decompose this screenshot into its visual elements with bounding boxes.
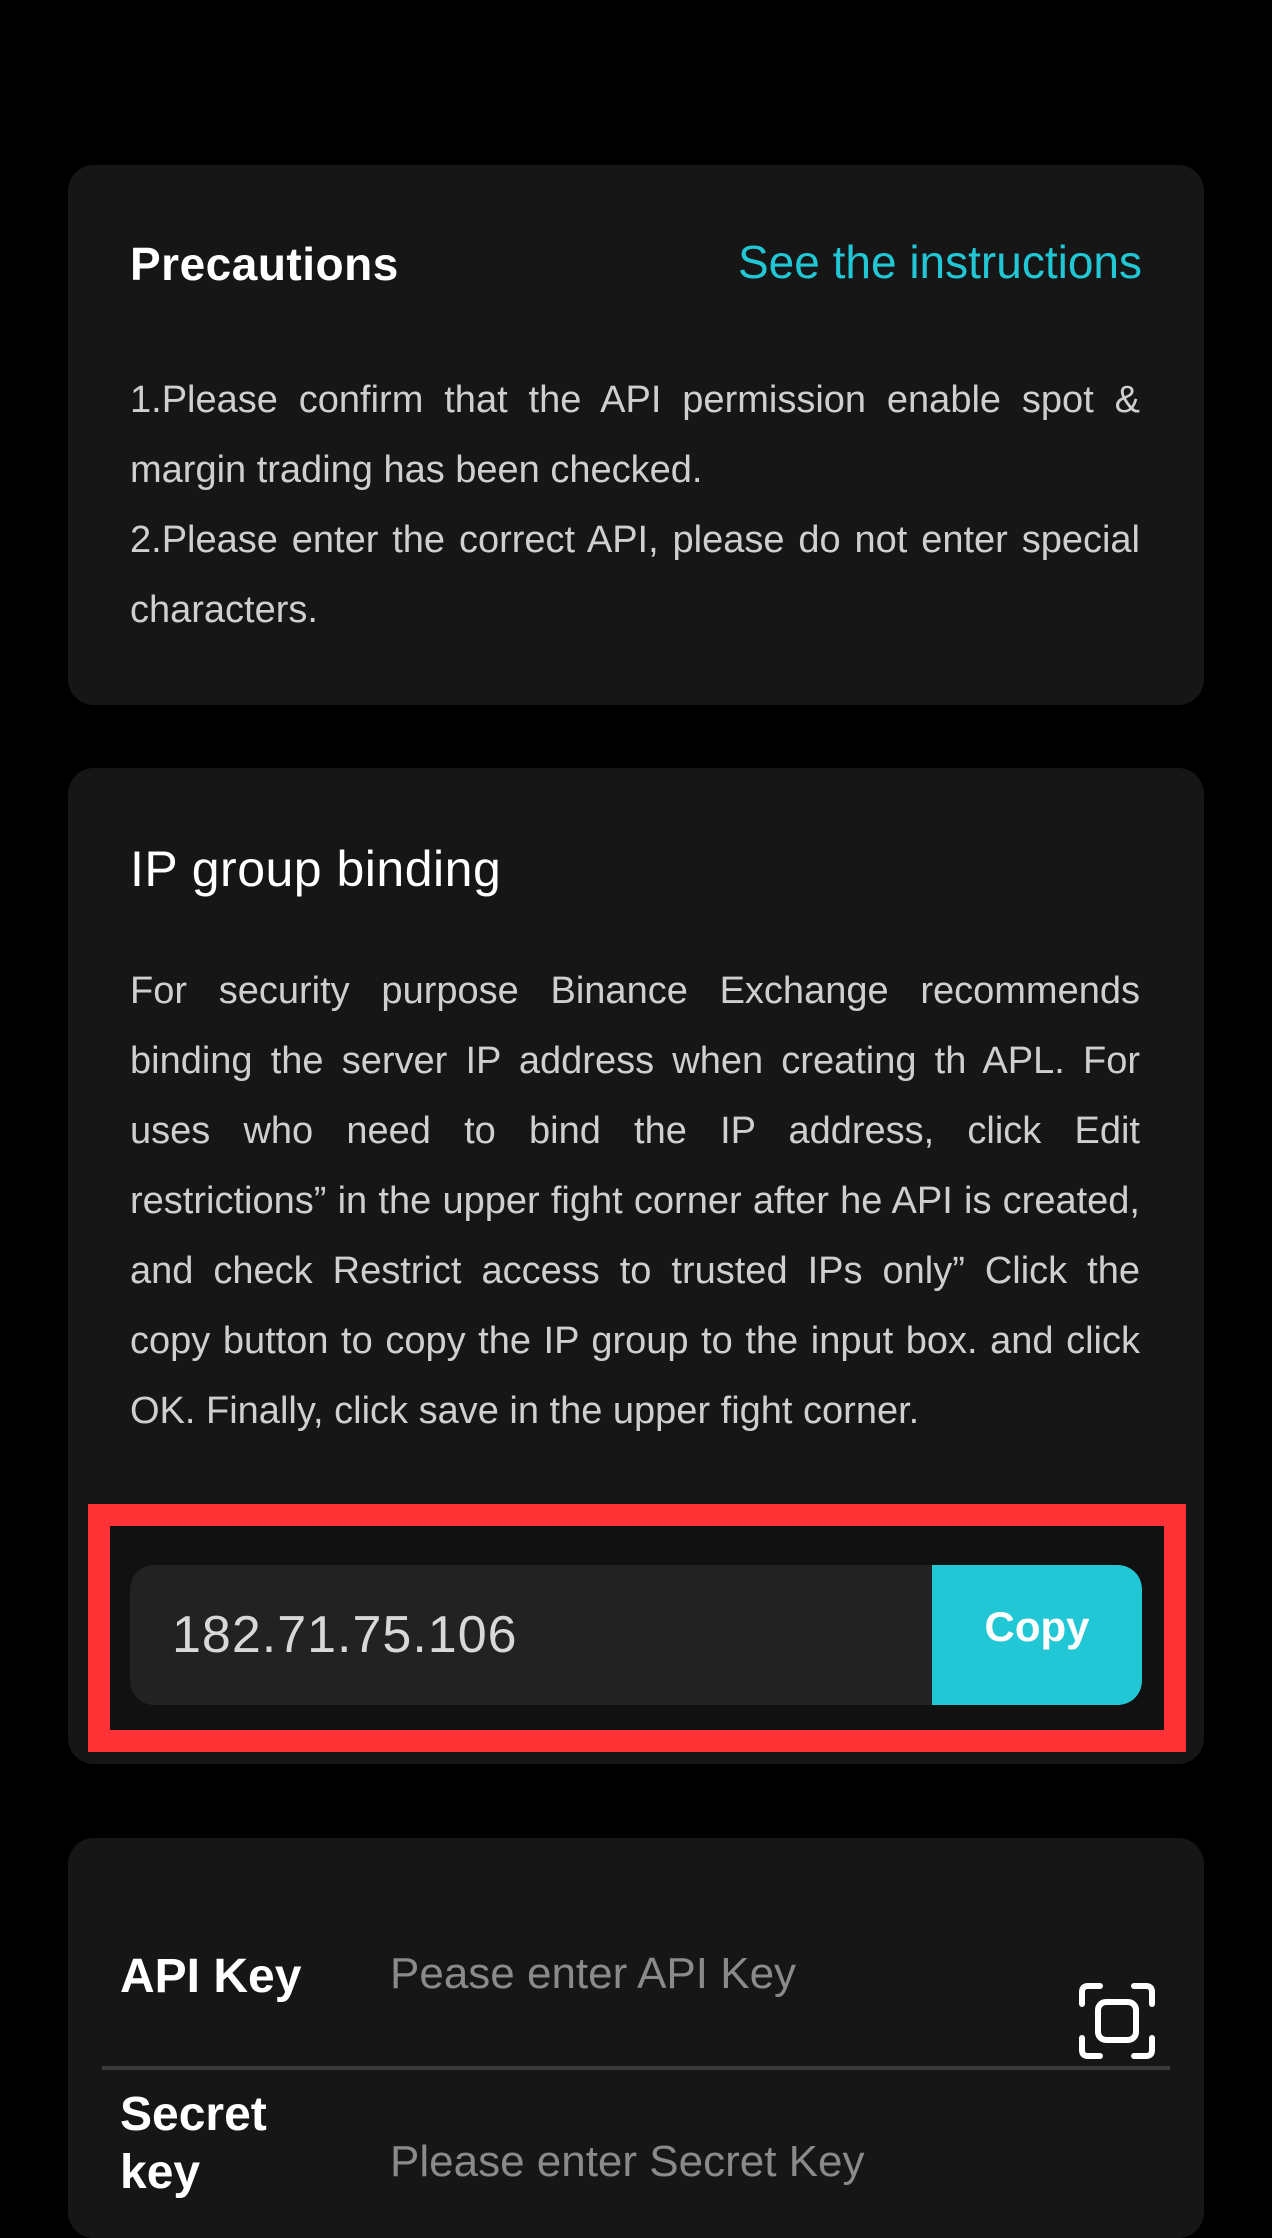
ip-value: 182.71.75.106 [172, 1606, 518, 1664]
ip-binding-description: For security purpose Binance Exchange re… [130, 970, 1140, 1432]
precautions-title: Precautions [130, 238, 399, 290]
secret-key-row: Secret key [68, 2070, 1204, 2230]
scan-icon[interactable] [1078, 1982, 1156, 2060]
api-form-card: API Key Secret key [68, 1838, 1204, 2238]
ip-group-field[interactable]: 182.71.75.106 Copy [130, 1565, 1142, 1705]
scan-icon-svg [1079, 1983, 1155, 2059]
ip-binding-title: IP group binding [130, 841, 502, 897]
api-key-input[interactable] [388, 1938, 1032, 2010]
precaution-line-1: 1.Please confirm that the API permission… [130, 379, 1140, 491]
api-key-label: API Key [120, 1950, 302, 2003]
see-instructions-link[interactable]: See the instructions [738, 235, 1142, 289]
precaution-line-2: 2.Please enter the correct API, please d… [130, 519, 1140, 631]
precautions-card: Precautions See the instructions 1.Pleas… [68, 165, 1204, 705]
secret-key-label: Secret key [120, 2088, 267, 2199]
precautions-text: 1.Please confirm that the API permission… [130, 365, 1140, 645]
secret-key-input[interactable] [388, 2126, 1032, 2198]
copy-button[interactable]: Copy [932, 1565, 1142, 1705]
api-key-row: API Key [68, 1878, 1204, 2059]
